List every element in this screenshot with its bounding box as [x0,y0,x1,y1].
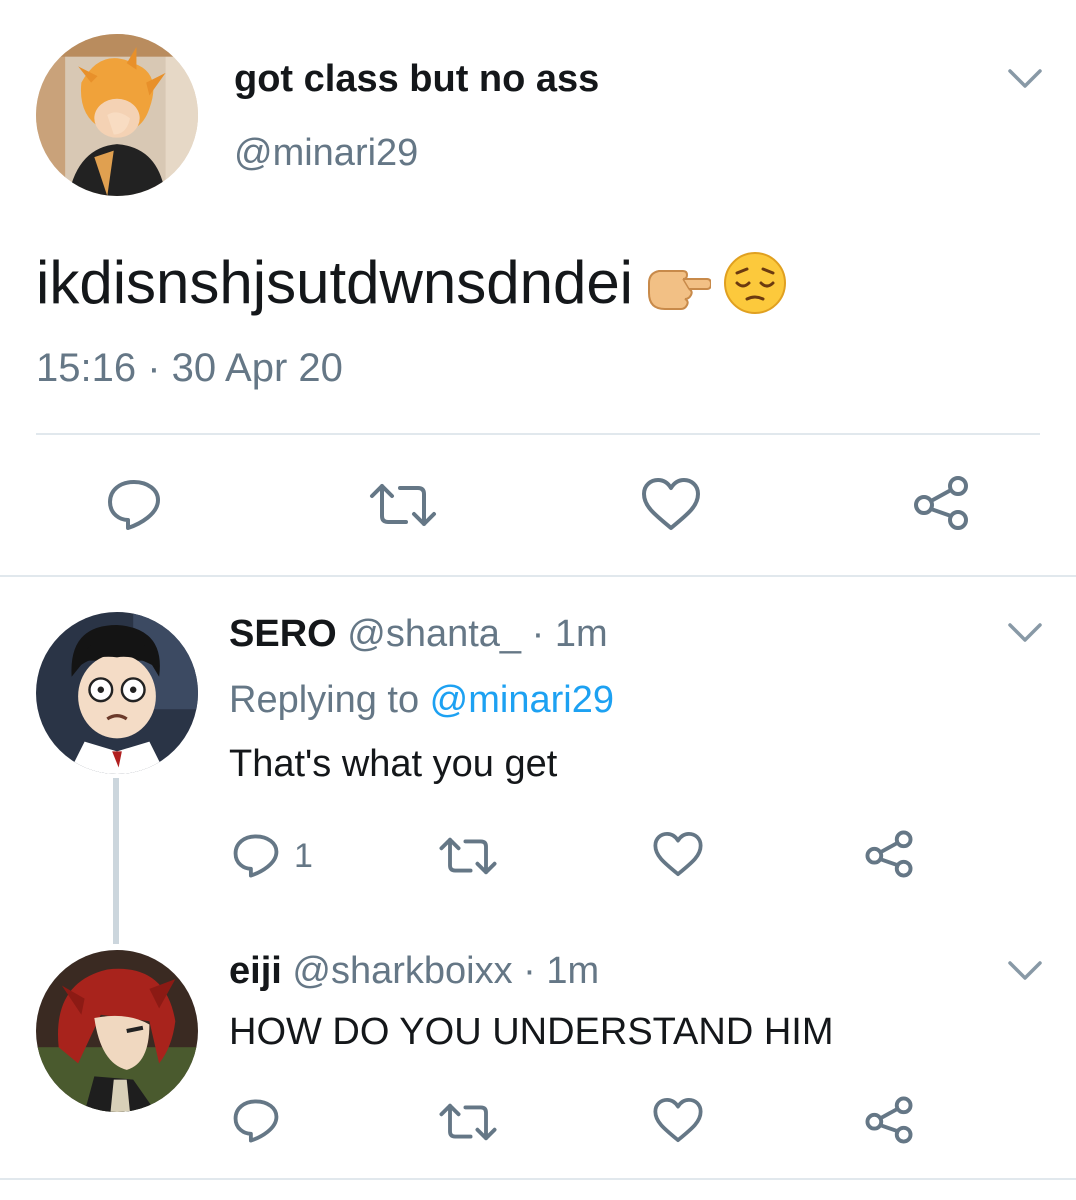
author-avatar[interactable] [36,34,198,196]
retweet-icon [370,484,436,526]
reply-icon [233,834,279,878]
author-handle[interactable]: @minari29 [234,132,418,175]
reply-avatar[interactable] [36,950,198,1112]
share-button[interactable] [864,829,914,879]
replying-to-mention[interactable]: @minari29 [430,679,614,721]
reply-display-name[interactable]: eiji [229,950,282,992]
heart-icon [653,1097,703,1143]
like-button[interactable] [652,1096,704,1144]
share-button[interactable] [864,1095,914,1145]
pensive-face-icon [721,249,789,317]
replying-to: Replying to @minari29 [229,679,614,722]
chevron-down-icon[interactable] [1006,66,1044,92]
stats-divider [36,433,1040,435]
reply-header: eiji @sharkboixx · 1m [229,950,599,993]
section-divider [0,575,1076,577]
reply-button[interactable] [106,478,162,532]
share-icon [865,1096,913,1144]
reply-button[interactable] [232,1098,294,1144]
tweet-text-body: ikdisnshjsutdwnsdndei [36,249,634,316]
author-display-name[interactable]: got class but no ass [234,58,599,101]
reply-handle[interactable]: @shanta_ [347,613,521,655]
tweet-text: ikdisnshjsutdwnsdndei [36,248,789,317]
reply-header: SERO @shanta_ · 1m [229,613,608,656]
reply-avatar[interactable] [36,612,198,774]
heart-icon [653,831,703,877]
retweet-button[interactable] [438,836,498,876]
reply-count: 1 [294,836,313,875]
reply-text: That's what you get [229,743,558,785]
share-button[interactable] [912,474,970,532]
reply-button[interactable]: 1 [232,833,313,879]
reply-time[interactable]: · 1m [513,950,599,992]
retweet-button[interactable] [368,482,438,528]
share-icon [914,476,968,530]
like-button[interactable] [652,830,704,878]
reply-display-name[interactable]: SERO [229,613,337,655]
chevron-down-icon[interactable] [1006,958,1044,984]
replying-to-label: Replying to [229,679,430,721]
tweet-timestamp[interactable]: 15:16 · 30 Apr 20 [36,346,343,391]
like-button[interactable] [640,476,702,532]
reply-handle[interactable]: @sharkboixx [292,950,512,992]
reply-time[interactable]: · 1m [521,613,608,655]
heart-icon [642,478,700,530]
retweet-icon [439,1103,497,1141]
pointing-hand-icon [643,249,712,317]
retweet-icon [439,837,497,875]
retweet-button[interactable] [438,1102,498,1142]
reply-icon [108,480,160,530]
thread-connector [113,778,119,944]
reply-text: HOW DO YOU UNDERSTAND HIM [229,1011,834,1053]
bottom-divider [0,1178,1076,1180]
reply-icon [233,1099,279,1143]
share-icon [865,830,913,878]
chevron-down-icon[interactable] [1006,620,1044,646]
